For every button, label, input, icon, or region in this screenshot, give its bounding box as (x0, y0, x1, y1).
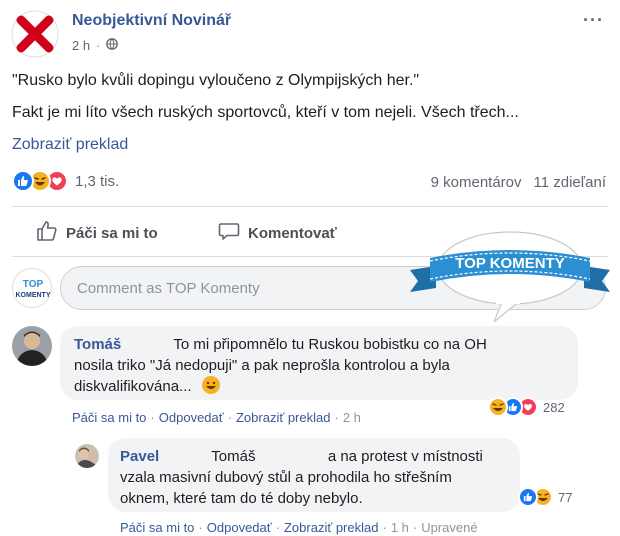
comment-reply-link[interactable]: Odpovedať (159, 410, 224, 425)
page-name[interactable]: Neobjektivní Novinář (72, 12, 231, 30)
reply-author[interactable]: Pavel (120, 448, 159, 465)
globe-icon[interactable] (106, 38, 119, 53)
reply-text-line-1: a na protest v místnosti (327, 448, 483, 465)
speech-bubble-icon (218, 220, 240, 246)
comment-text-line-1: To mi připomnělo tu Ruskou bobistku co n… (173, 336, 487, 353)
comment-bubble: Tomáš To mi připomnělo tu Ruskou bobistk… (60, 326, 578, 400)
composer-avatar: TOP KOMENTY (12, 268, 52, 308)
grinning-emoji-icon (201, 376, 220, 394)
comment-translate-link[interactable]: Zobraziť preklad (236, 410, 330, 425)
more-options-icon[interactable]: ··· (583, 10, 604, 31)
commenter-avatar[interactable] (12, 326, 52, 366)
post-meta: 2 h · (72, 38, 119, 53)
post-text-line-1: "Rusko bylo kvůli dopingu vyloučeno z Ol… (12, 72, 420, 89)
engagement-counts: 9 komentárov 11 zdieľaní (431, 174, 606, 191)
comment-button[interactable]: Komentovať (218, 220, 337, 246)
post-time[interactable]: 2 h (72, 38, 90, 53)
reactions-summary[interactable]: 1,3 tis. (12, 170, 119, 192)
comment-author[interactable]: Tomáš (74, 336, 121, 353)
comment-text-line-2: nosila triko "Já nedopuji" a pak neprošl… (74, 357, 450, 374)
reply-time[interactable]: 1 h (391, 520, 409, 535)
reply-bubble: Pavel Tomáš a na protest v místnosti vza… (108, 438, 520, 512)
comment-actions: Páči sa mi to · Odpovedať · Zobraziť pre… (72, 410, 361, 425)
badge-text: TOP KOMENTY (455, 255, 564, 272)
reply-reactions[interactable]: 77 (518, 487, 572, 507)
comments-count[interactable]: 9 komentárov (431, 174, 522, 191)
svg-text:TOP: TOP (23, 279, 44, 290)
reply-reply-link[interactable]: Odpovedať (207, 520, 272, 535)
post-text-line-2: Fakt je mi líto všech ruských sportovců,… (12, 104, 519, 121)
comment-reactions[interactable]: 282 (488, 397, 565, 417)
see-translation-link[interactable]: Zobraziť preklad (12, 136, 128, 154)
facebook-post: Neobjektivní Novinář 2 h · ··· "Rusko by… (0, 0, 620, 536)
reply-text-line-2: vzala masivní dubový stůl a prohodila ho… (120, 469, 452, 486)
comment-reaction-count: 282 (543, 399, 565, 415)
like-icon (518, 487, 538, 507)
reply-reaction-count: 77 (558, 489, 573, 505)
like-button-label: Páči sa mi to (66, 224, 158, 242)
page-avatar[interactable] (11, 10, 59, 58)
thumbs-up-icon (36, 220, 58, 246)
comment-text-line-3: diskvalifikována... (74, 378, 192, 395)
top-komenty-badge: TOP KOMENTY (402, 230, 618, 340)
haha-icon (488, 397, 508, 417)
comment-button-label: Komentovať (248, 224, 337, 242)
reply-avatar[interactable] (75, 444, 99, 468)
reply-text-line-3: oknem, které tam do té doby nebylo. (120, 490, 363, 507)
comment-like-link[interactable]: Páči sa mi to (72, 410, 146, 425)
like-button[interactable]: Páči sa mi to (36, 220, 158, 246)
like-icon (12, 170, 34, 192)
reply-edited-label[interactable]: Upravené (421, 520, 477, 535)
reply-like-link[interactable]: Páči sa mi to (120, 520, 194, 535)
divider (12, 206, 608, 207)
svg-text:KOMENTY: KOMENTY (16, 292, 51, 299)
comment-input-placeholder: Comment as TOP Komenty (77, 280, 260, 297)
reply-actions: Páči sa mi to · Odpovedať · Zobraziť pre… (120, 520, 478, 535)
comment-time[interactable]: 2 h (343, 410, 361, 425)
shares-count[interactable]: 11 zdieľaní (534, 174, 606, 191)
reply-mention[interactable]: Tomáš (211, 448, 255, 465)
reply-translate-link[interactable]: Zobraziť preklad (284, 520, 378, 535)
reaction-count: 1,3 tis. (75, 172, 120, 190)
